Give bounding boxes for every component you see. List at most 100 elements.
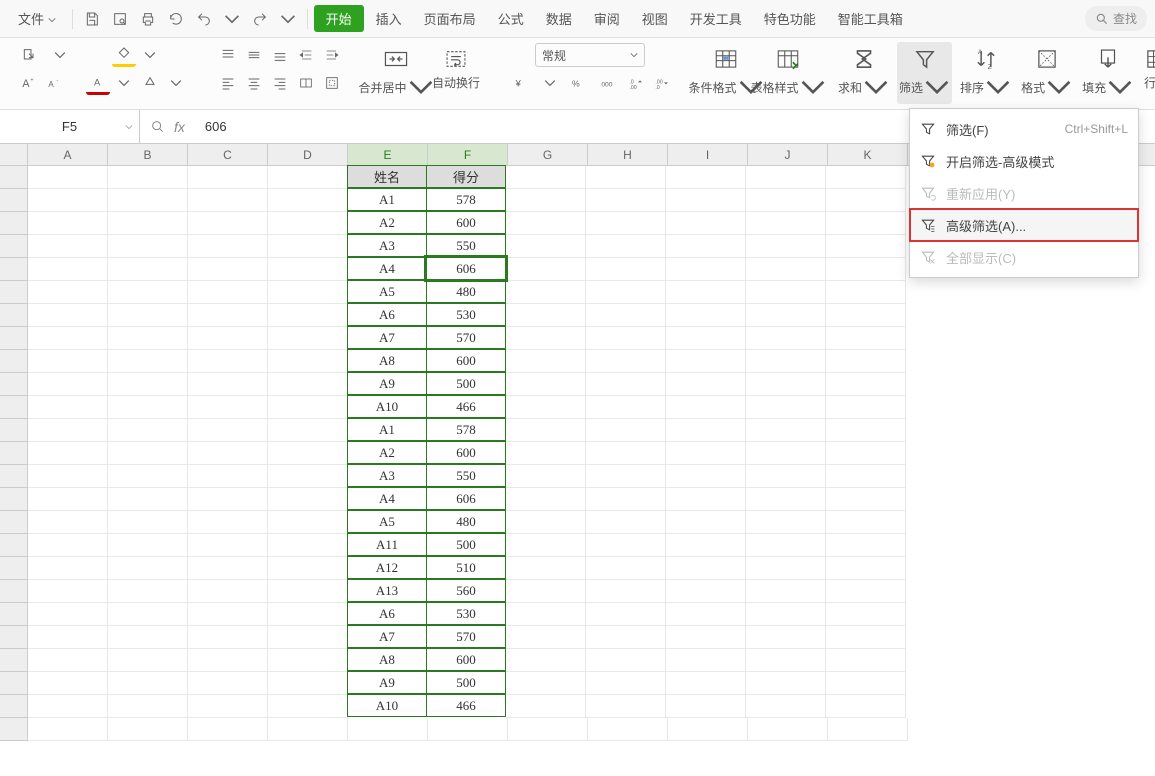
cell-C5[interactable] — [188, 258, 268, 281]
cell-C21[interactable] — [188, 626, 268, 649]
cell-G14[interactable] — [506, 465, 586, 488]
merge-split-button[interactable] — [294, 71, 318, 95]
row-header-21[interactable] — [0, 626, 28, 649]
cell-B23[interactable] — [108, 672, 188, 695]
tab-8[interactable]: 特色功能 — [754, 5, 826, 32]
cell-F14[interactable]: 550 — [426, 464, 506, 487]
cell-J4[interactable] — [746, 235, 826, 258]
row-header-13[interactable] — [0, 442, 28, 465]
cell-C23[interactable] — [188, 672, 268, 695]
cell-E25[interactable] — [348, 718, 428, 741]
cell-I8[interactable] — [666, 327, 746, 350]
cell-A9[interactable] — [28, 350, 108, 373]
cell-K13[interactable] — [826, 442, 906, 465]
tab-2[interactable]: 页面布局 — [414, 5, 486, 32]
cell-G5[interactable] — [506, 258, 586, 281]
cell-A16[interactable] — [28, 511, 108, 534]
cell-D8[interactable] — [268, 327, 348, 350]
decimal-decrease-button[interactable]: .00.0 — [650, 71, 674, 95]
cell-K24[interactable] — [826, 695, 906, 718]
cell-J18[interactable] — [746, 557, 826, 580]
row-header-23[interactable] — [0, 672, 28, 695]
row-header-19[interactable] — [0, 580, 28, 603]
cell-J2[interactable] — [746, 189, 826, 212]
tab-6[interactable]: 视图 — [632, 5, 678, 32]
column-header-K[interactable]: K — [828, 144, 908, 165]
cell-D6[interactable] — [268, 281, 348, 304]
cell-F20[interactable]: 530 — [426, 602, 506, 625]
align-top-button[interactable] — [216, 43, 240, 67]
row-header-1[interactable] — [0, 166, 28, 189]
cell-F17[interactable]: 500 — [426, 533, 506, 556]
cell-D23[interactable] — [268, 672, 348, 695]
cell-K10[interactable] — [826, 373, 906, 396]
table-style-button[interactable]: 表格样式 — [760, 42, 816, 104]
cell-A14[interactable] — [28, 465, 108, 488]
cell-K17[interactable] — [826, 534, 906, 557]
cell-E14[interactable]: A3 — [347, 464, 427, 487]
cell-F2[interactable]: 578 — [426, 188, 506, 211]
cell-H3[interactable] — [586, 212, 666, 235]
refresh-icon-button[interactable] — [163, 6, 189, 32]
cell-H18[interactable] — [586, 557, 666, 580]
cell-B1[interactable] — [108, 166, 188, 189]
tab-9[interactable]: 智能工具箱 — [828, 5, 913, 32]
cell-H15[interactable] — [586, 488, 666, 511]
cell-D24[interactable] — [268, 695, 348, 718]
cell-J12[interactable] — [746, 419, 826, 442]
cell-J11[interactable] — [746, 396, 826, 419]
cell-B10[interactable] — [108, 373, 188, 396]
redo-icon-button[interactable] — [247, 6, 273, 32]
cell-B6[interactable] — [108, 281, 188, 304]
cell-E7[interactable]: A6 — [347, 303, 427, 326]
cell-A20[interactable] — [28, 603, 108, 626]
cell-B4[interactable] — [108, 235, 188, 258]
cell-G12[interactable] — [506, 419, 586, 442]
cell-I2[interactable] — [666, 189, 746, 212]
cell-G13[interactable] — [506, 442, 586, 465]
column-header-J[interactable]: J — [748, 144, 828, 165]
cell-B21[interactable] — [108, 626, 188, 649]
cell-H20[interactable] — [586, 603, 666, 626]
cell-B17[interactable] — [108, 534, 188, 557]
cell-I25[interactable] — [668, 718, 748, 741]
cell-K19[interactable] — [826, 580, 906, 603]
cell-D11[interactable] — [268, 396, 348, 419]
cell-A11[interactable] — [28, 396, 108, 419]
undo-dropdown-button[interactable] — [219, 6, 245, 32]
cell-C13[interactable] — [188, 442, 268, 465]
cell-C4[interactable] — [188, 235, 268, 258]
sum-button[interactable]: 求和 — [836, 42, 891, 104]
cell-I23[interactable] — [666, 672, 746, 695]
redo-dropdown-button[interactable] — [275, 6, 301, 32]
cell-C9[interactable] — [188, 350, 268, 373]
undo-icon-button[interactable] — [191, 6, 217, 32]
cell-A22[interactable] — [28, 649, 108, 672]
cell-G25[interactable] — [508, 718, 588, 741]
font-color-button[interactable]: A — [86, 71, 110, 95]
cell-F8[interactable]: 570 — [426, 326, 506, 349]
cell-G1[interactable] — [506, 166, 586, 189]
cell-H19[interactable] — [586, 580, 666, 603]
align-left-button[interactable] — [216, 71, 240, 95]
cell-E17[interactable]: A11 — [347, 533, 427, 556]
tab-3[interactable]: 公式 — [488, 5, 534, 32]
cell-H17[interactable] — [586, 534, 666, 557]
row-header-16[interactable] — [0, 511, 28, 534]
cell-F6[interactable]: 480 — [426, 280, 506, 303]
conditional-format-button[interactable]: 条件格式 — [698, 42, 754, 104]
cell-E18[interactable]: A12 — [347, 556, 427, 579]
cell-H10[interactable] — [586, 373, 666, 396]
cell-E21[interactable]: A7 — [347, 625, 427, 648]
indent-increase-button[interactable] — [320, 43, 344, 67]
cell-A12[interactable] — [28, 419, 108, 442]
column-header-D[interactable]: D — [268, 144, 348, 165]
cell-G20[interactable] — [506, 603, 586, 626]
decimal-increase-button[interactable]: .0.00 — [624, 71, 648, 95]
cell-A21[interactable] — [28, 626, 108, 649]
cell-C24[interactable] — [188, 695, 268, 718]
cell-I11[interactable] — [666, 396, 746, 419]
cell-G17[interactable] — [506, 534, 586, 557]
dropdown-item-3[interactable]: 高级筛选(A)... — [910, 209, 1138, 241]
cell-I18[interactable] — [666, 557, 746, 580]
